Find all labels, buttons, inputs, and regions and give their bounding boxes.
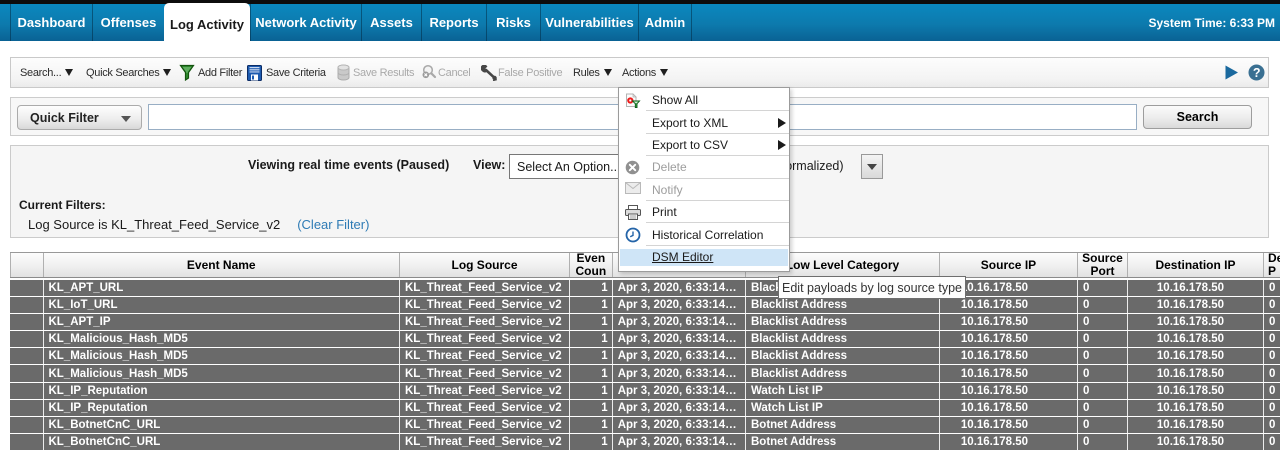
svg-text:?: ? <box>1253 66 1260 80</box>
